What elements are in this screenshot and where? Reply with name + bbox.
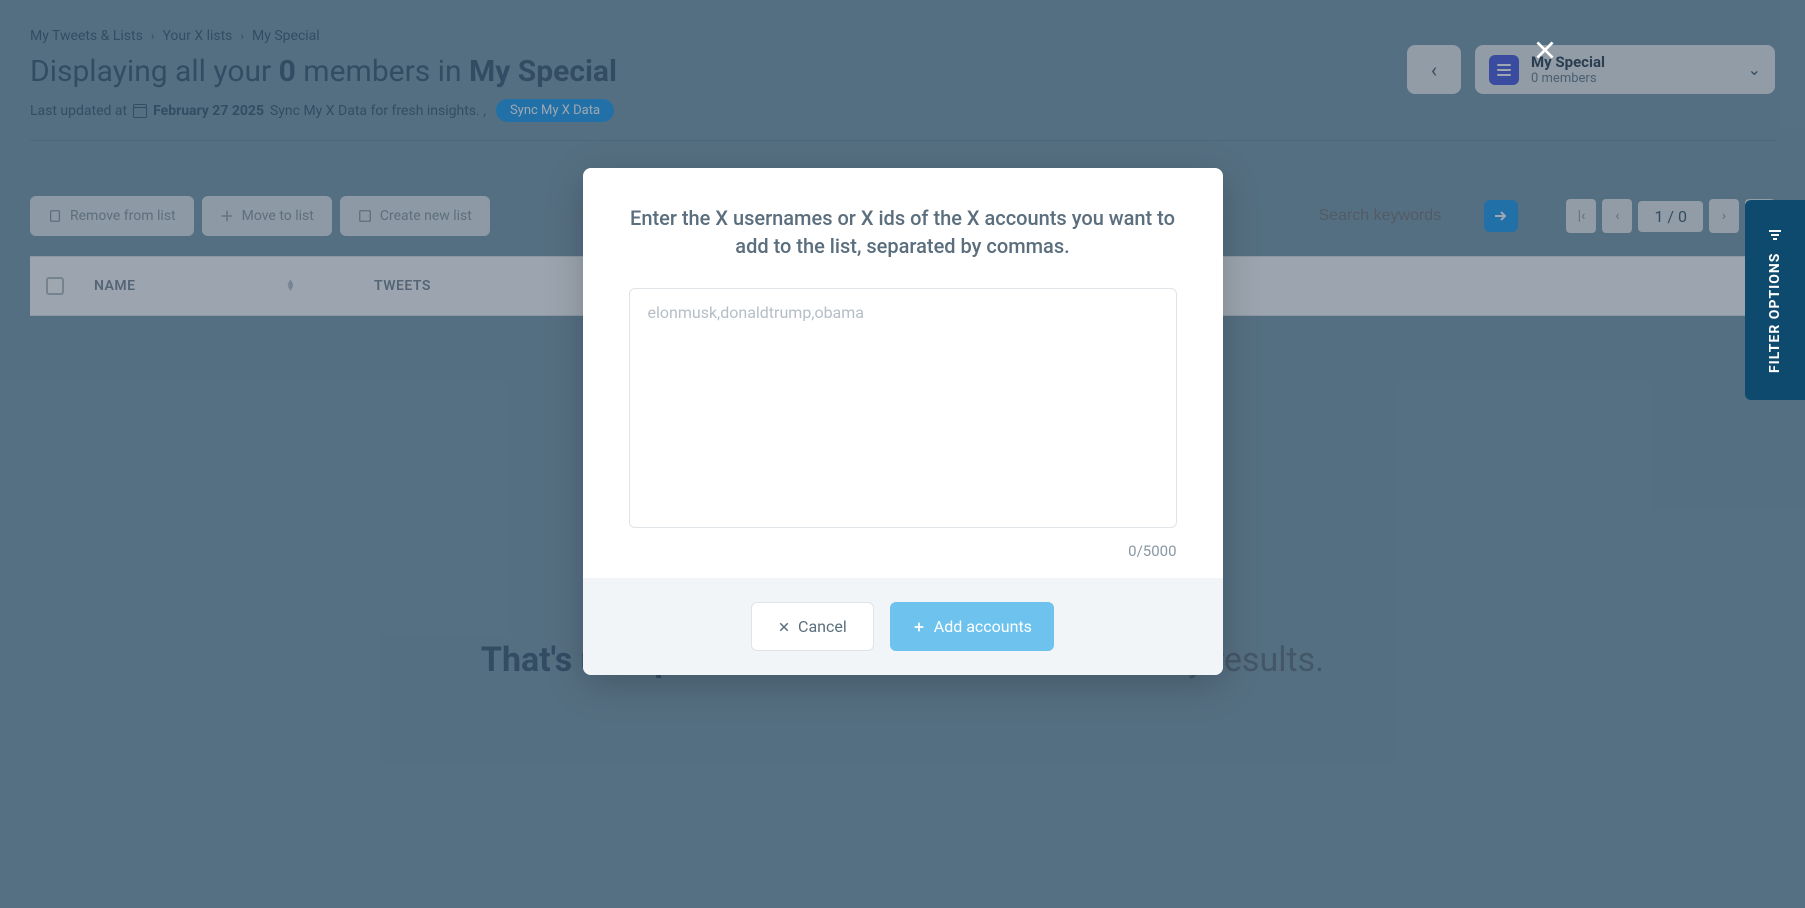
add-accounts-modal: Enter the X usernames or X ids of the X …	[583, 168, 1223, 675]
usernames-textarea[interactable]	[629, 288, 1177, 528]
add-label: Add accounts	[934, 617, 1032, 636]
filter-options-label: FILTER OPTIONS	[1767, 253, 1783, 373]
filter-icon	[1767, 227, 1783, 243]
close-icon	[778, 621, 790, 633]
char-count: 0/5000	[629, 542, 1177, 560]
modal-title: Enter the X usernames or X ids of the X …	[629, 204, 1177, 260]
close-icon	[1532, 37, 1558, 63]
cancel-label: Cancel	[798, 617, 847, 636]
close-button[interactable]	[1530, 35, 1560, 65]
filter-options-tab[interactable]: FILTER OPTIONS	[1745, 200, 1805, 400]
add-accounts-button[interactable]: Add accounts	[890, 602, 1054, 651]
cancel-button[interactable]: Cancel	[751, 602, 874, 651]
plus-icon	[912, 620, 926, 634]
